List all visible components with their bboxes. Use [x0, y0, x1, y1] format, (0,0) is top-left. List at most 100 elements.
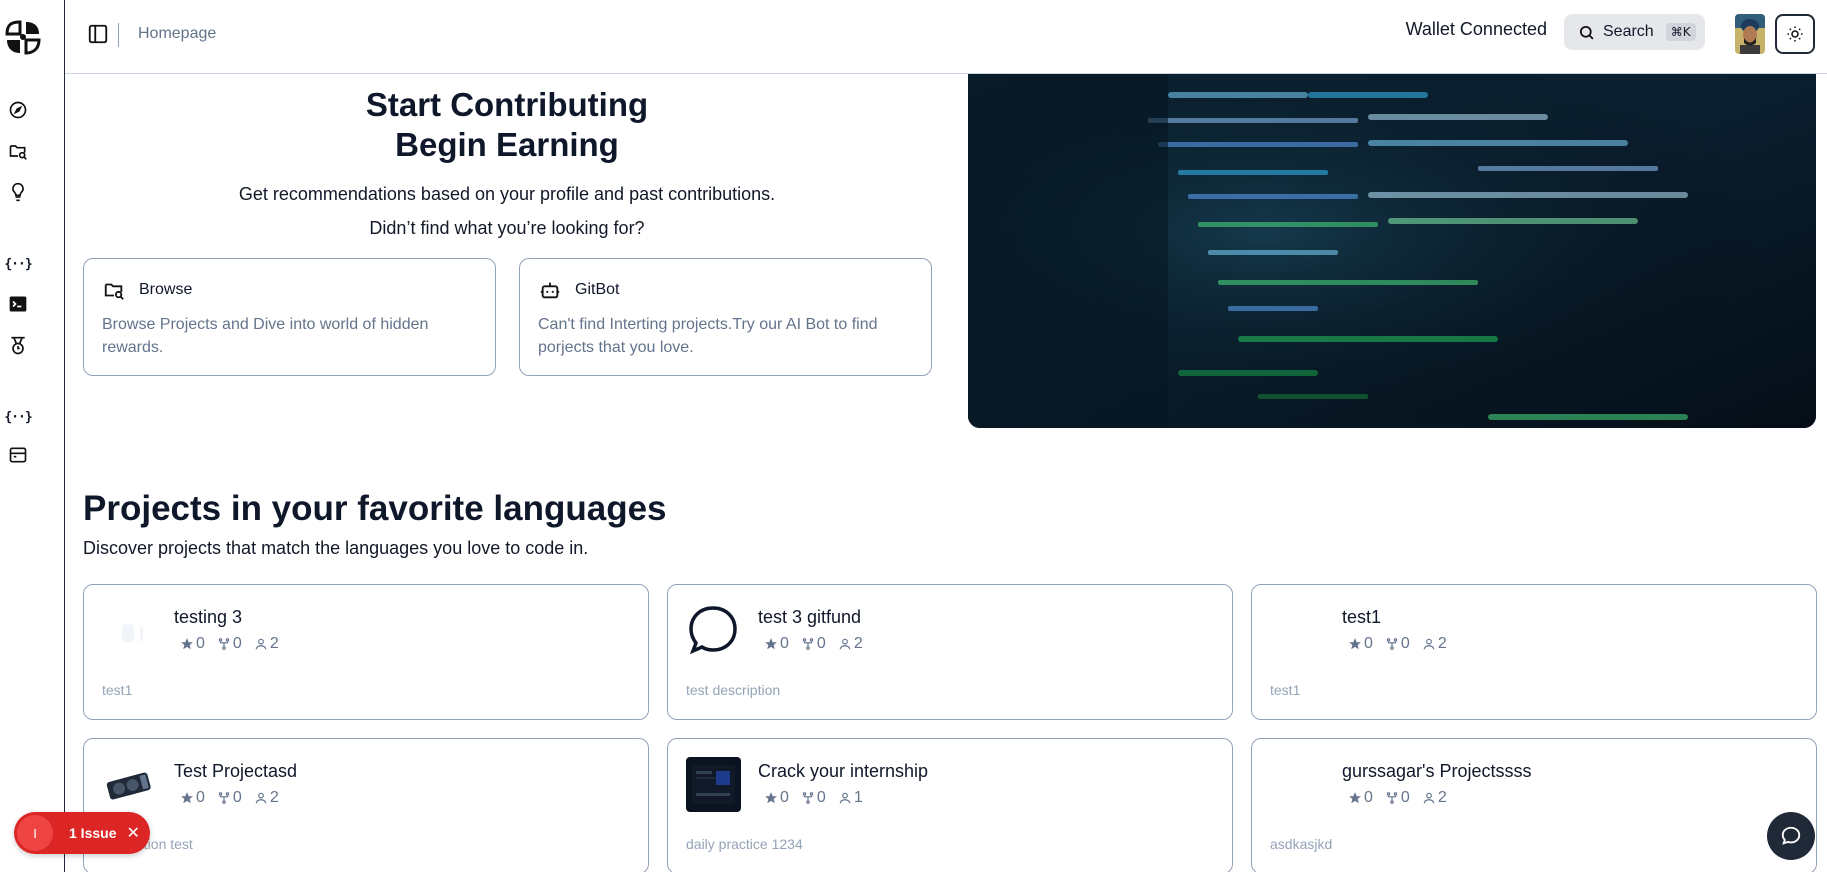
- gitbot-card-title: GitBot: [575, 281, 620, 298]
- project-card[interactable]: Crack your internship 0 0 1 daily practi…: [667, 738, 1233, 872]
- project-stats: 0 0 2: [1348, 789, 1459, 807]
- folder-search-icon: [103, 279, 125, 301]
- issue-indicator-icon: I: [17, 815, 53, 851]
- search-shortcut: ⌘K: [1665, 23, 1696, 41]
- search-button[interactable]: Search ⌘K: [1564, 14, 1705, 50]
- project-stats: 0 0 2: [180, 635, 291, 653]
- project-description: test1: [102, 682, 133, 698]
- fork-icon: [1386, 638, 1398, 650]
- fork-count: 0: [816, 789, 826, 806]
- user-icon: [255, 792, 267, 804]
- project-description: daily practice 1234: [686, 836, 803, 852]
- star-count: 0: [196, 789, 205, 806]
- contributor-count: 2: [1437, 635, 1447, 652]
- hero-subtitle-secondary: Didn’t find what you’re looking for?: [369, 218, 645, 238]
- user-icon: [1423, 638, 1435, 650]
- sidebar-toggle-icon[interactable]: [87, 23, 109, 45]
- star-icon: [765, 638, 777, 650]
- project-stats: 0 0 1: [764, 789, 875, 807]
- medal-icon[interactable]: [6, 334, 30, 358]
- section-title: Projects in your favorite languages: [83, 489, 667, 528]
- bot-icon: [539, 279, 561, 301]
- star-count: 0: [1364, 635, 1373, 652]
- theme-toggle-button[interactable]: [1775, 14, 1815, 54]
- project-thumbnail: [1270, 603, 1325, 658]
- chat-icon: [1781, 826, 1801, 845]
- star-icon: [1349, 792, 1361, 804]
- hero-code-image: [968, 74, 1816, 428]
- project-thumbnail: [686, 757, 741, 812]
- wallet-status: Wallet Connected: [1405, 19, 1547, 39]
- folder-search-icon[interactable]: [6, 139, 30, 163]
- avatar[interactable]: [1735, 14, 1765, 54]
- sun-icon: [1787, 26, 1803, 42]
- braces-icon[interactable]: {··}: [4, 252, 32, 276]
- project-stats: 0 0 2: [764, 635, 875, 653]
- fork-icon: [218, 792, 230, 804]
- project-stats: 0 0 2: [1348, 635, 1459, 653]
- terminal-icon[interactable]: [6, 292, 30, 316]
- project-card[interactable]: Test Projectasd 0 0 2 ption test: [83, 738, 649, 872]
- star-count: 0: [196, 635, 205, 652]
- fork-icon: [218, 638, 230, 650]
- sidebar: {··} {··}: [0, 0, 65, 872]
- fork-icon: [1386, 792, 1398, 804]
- top-header: Homepage Wallet Connected Search ⌘K: [65, 0, 1827, 74]
- project-name: Crack your internship: [758, 761, 929, 781]
- issue-count-label: 1 Issue: [69, 825, 117, 841]
- fork-count: 0: [232, 789, 242, 806]
- close-icon[interactable]: ✕: [126, 823, 139, 843]
- breadcrumb[interactable]: Homepage: [138, 25, 216, 43]
- star-count: 0: [780, 635, 789, 652]
- project-card[interactable]: gurssagar's Projectssss 0 0 2 asdkasjkd: [1251, 738, 1817, 872]
- search-icon: [1579, 25, 1594, 40]
- user-icon: [839, 792, 851, 804]
- project-thumbnail: [1270, 757, 1325, 812]
- star-icon: [1349, 638, 1361, 650]
- fork-icon: [802, 792, 814, 804]
- hero-subtitle: Get recommendations based on your profil…: [238, 184, 776, 204]
- gitbot-card[interactable]: GitBot Can't find Interting projects.Try…: [519, 258, 932, 376]
- contributor-count: 2: [853, 635, 863, 652]
- hero-title-line2: Begin Earning: [395, 126, 619, 163]
- issues-badge[interactable]: I 1 Issue ✕: [14, 812, 150, 854]
- star-count: 0: [1364, 789, 1373, 806]
- project-description: test description: [686, 682, 781, 698]
- lightbulb-icon[interactable]: [6, 180, 30, 204]
- user-icon: [839, 638, 851, 650]
- fork-icon: [802, 638, 814, 650]
- contributor-count: 1: [853, 789, 863, 806]
- project-name: test 3 gitfund: [758, 607, 862, 627]
- logo-icon[interactable]: [4, 18, 42, 56]
- star-icon: [181, 638, 193, 650]
- project-stats: 0 0 2: [180, 789, 291, 807]
- project-card[interactable]: test 3 gitfund 0 0 2 test description: [667, 584, 1233, 720]
- gitbot-card-description: Can't find Interting projects.Try our AI…: [538, 316, 878, 356]
- user-icon: [1423, 792, 1435, 804]
- compass-icon[interactable]: [6, 98, 30, 122]
- search-label: Search: [1603, 23, 1654, 40]
- contributor-count: 2: [1437, 789, 1447, 806]
- braces-icon[interactable]: {··}: [4, 405, 32, 429]
- star-icon: [765, 792, 777, 804]
- fork-count: 0: [232, 635, 242, 652]
- project-card[interactable]: testing 3 0 0 2 test1: [83, 584, 649, 720]
- chat-button[interactable]: [1767, 812, 1815, 860]
- star-icon: [181, 792, 193, 804]
- project-thumbnail: [102, 603, 157, 658]
- project-card[interactable]: test1 0 0 2 test1: [1251, 584, 1817, 720]
- star-count: 0: [780, 789, 789, 806]
- browse-card[interactable]: Browse Browse Projects and Dive into wor…: [83, 258, 496, 376]
- project-name: testing 3: [174, 607, 243, 627]
- project-name: test1: [1342, 607, 1382, 627]
- fork-count: 0: [1400, 635, 1410, 652]
- browse-card-title: Browse: [139, 281, 193, 298]
- fork-count: 0: [1400, 789, 1410, 806]
- project-name: Test Projectasd: [174, 761, 298, 781]
- archive-icon[interactable]: [6, 443, 30, 467]
- project-description: asdkasjkd: [1270, 836, 1333, 852]
- header-divider: [118, 23, 119, 47]
- project-thumbnail: [102, 757, 157, 812]
- hero-title-line1: Start Contributing: [365, 86, 649, 123]
- project-description: test1: [1270, 682, 1301, 698]
